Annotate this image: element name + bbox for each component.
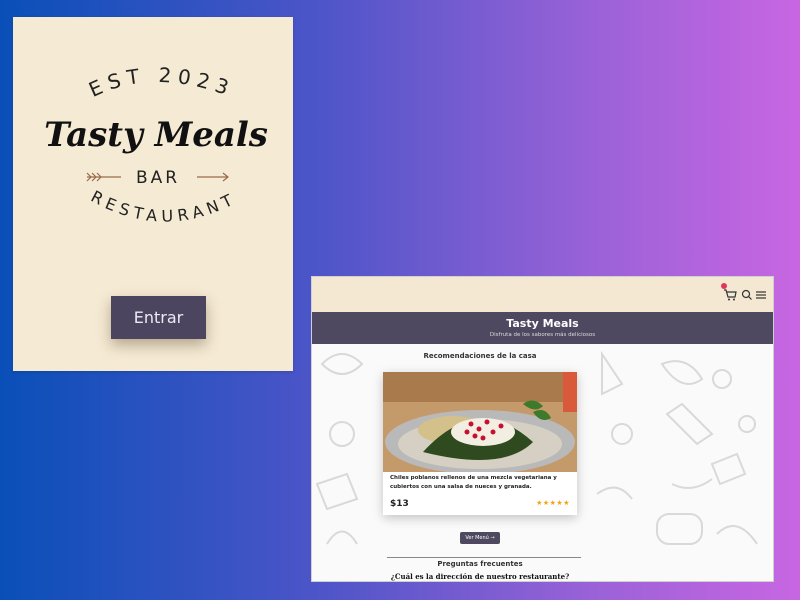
restaurant-text: RESTAURANT bbox=[88, 187, 240, 226]
site-subtitle: Disfruta de los sabores más deliciosos bbox=[489, 332, 596, 338]
cart-badge bbox=[721, 283, 727, 289]
cart-icon[interactable] bbox=[721, 283, 737, 301]
est-text: EST 2023 bbox=[85, 63, 237, 102]
arrow-right-icon: → bbox=[490, 535, 495, 541]
hero-banner: Tasty Meals Disfruta de los sabores más … bbox=[312, 312, 773, 344]
restaurant-logo: EST 2023 Tasty Meals BAR RESTAURANT bbox=[44, 63, 268, 226]
dish-description: Chiles poblanos rellenos de una mezcla v… bbox=[390, 475, 557, 490]
splash-card: EST 2023 Tasty Meals BAR RESTAURANT Entr… bbox=[13, 17, 293, 371]
view-menu-button[interactable]: Ver Menú → bbox=[460, 532, 500, 544]
dish-photo bbox=[383, 372, 577, 472]
menu-icon[interactable] bbox=[754, 287, 768, 301]
search-icon[interactable] bbox=[740, 287, 754, 301]
site-title: Tasty Meals bbox=[506, 317, 579, 330]
bar-text: BAR bbox=[136, 168, 180, 188]
faq-title: Preguntas frecuentes bbox=[437, 560, 523, 568]
left-arrow-icon bbox=[86, 172, 121, 182]
top-bar bbox=[312, 277, 773, 312]
dish-price: $13 bbox=[390, 499, 409, 509]
view-menu-label: Ver Menú bbox=[465, 535, 489, 541]
faq-question[interactable]: ¿Cuál es la dirección de nuestro restaur… bbox=[312, 572, 648, 581]
main-content: Recomendaciones de la casa Chiles poblan… bbox=[312, 344, 773, 581]
recommendations-title: Recomendaciones de la casa bbox=[423, 352, 537, 360]
brand-text: Tasty Meals bbox=[44, 115, 268, 155]
right-arrow-icon bbox=[197, 172, 229, 182]
star-rating: ★★★★★ bbox=[536, 499, 570, 507]
app-window: Tasty Meals Disfruta de los sabores más … bbox=[311, 276, 774, 582]
dish-card[interactable]: Chiles poblanos rellenos de una mezcla v… bbox=[383, 372, 577, 515]
enter-button[interactable]: Entrar bbox=[111, 296, 206, 339]
divider bbox=[387, 557, 581, 558]
